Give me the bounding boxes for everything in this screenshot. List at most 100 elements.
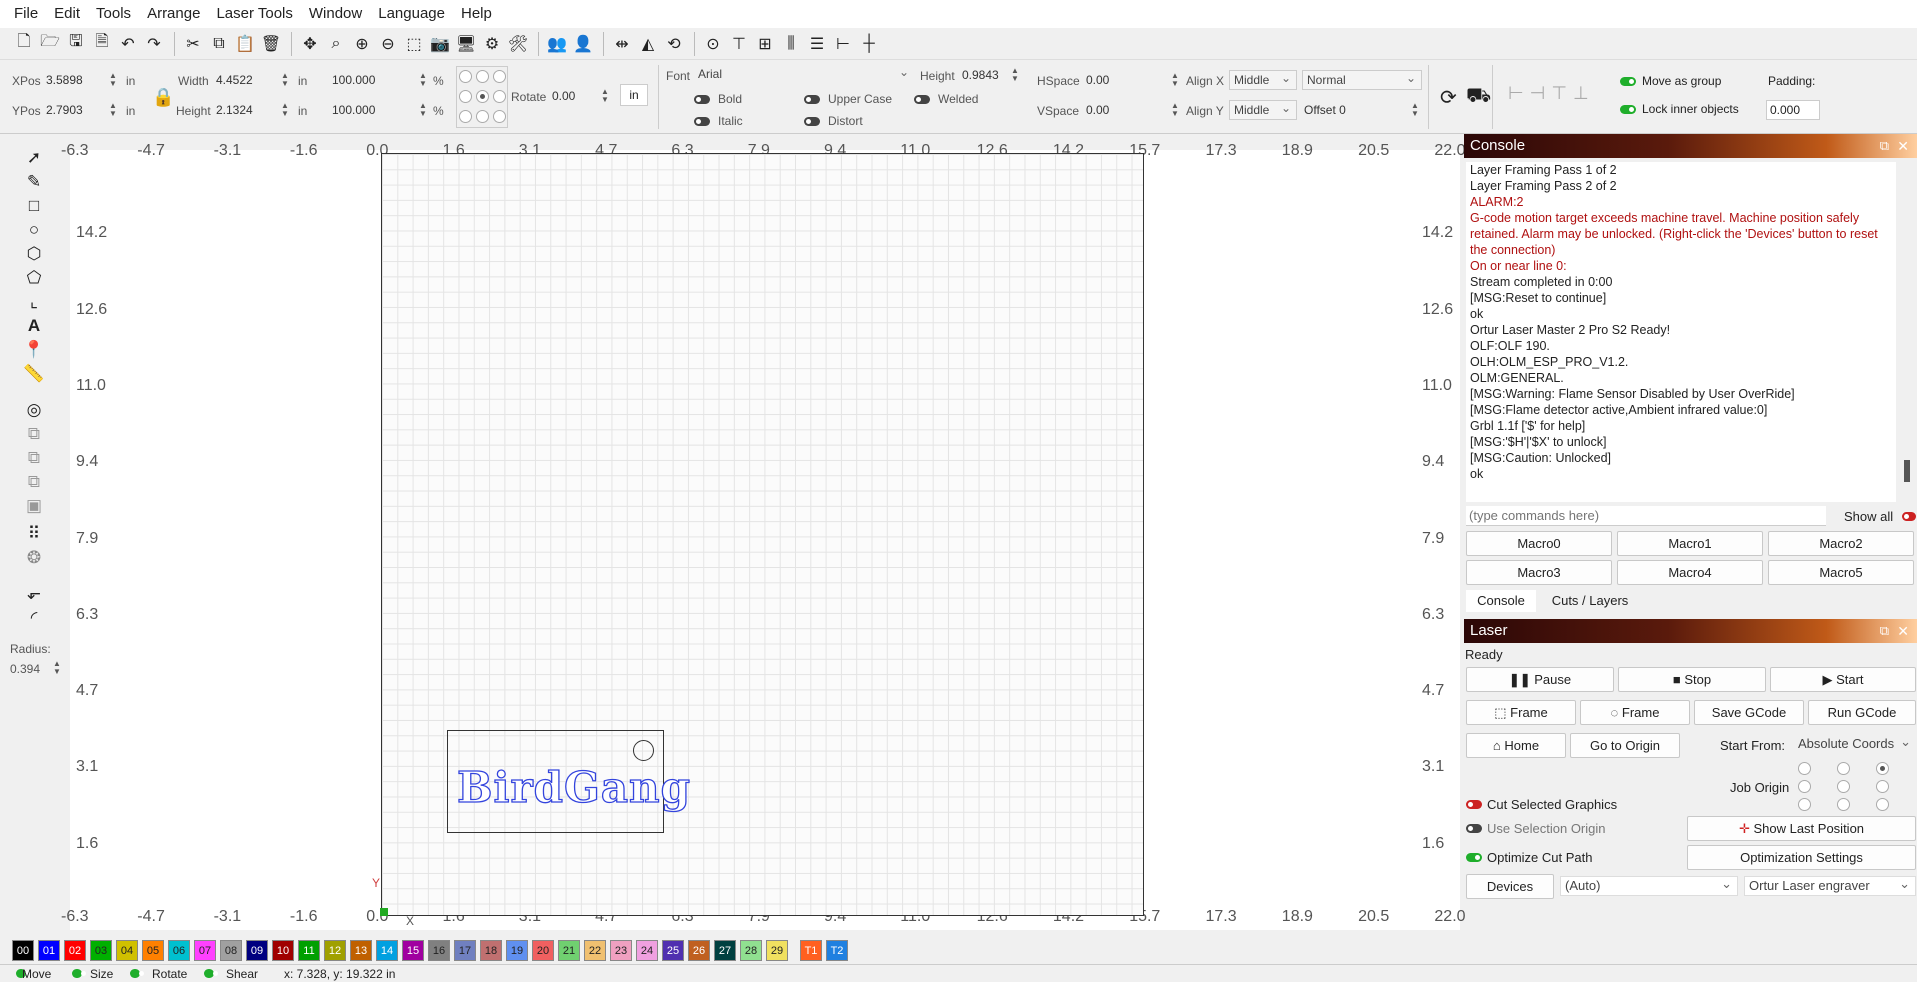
layer-swatch-13[interactable]: 13 [350,940,372,961]
font-select[interactable]: Arial [694,63,914,85]
pan-icon[interactable]: ✥ [298,32,322,56]
macro0-button[interactable]: Macro0 [1466,531,1612,556]
stop-button[interactable]: ■ Stop [1618,667,1766,692]
camera-settings-icon[interactable]: ⛟ [1466,85,1491,110]
offset-spinner[interactable]: ▲ ▼ [1410,102,1420,118]
ellipse-icon[interactable]: ○ [22,220,46,240]
lock-ratio-icon[interactable]: 🔒 [152,87,174,108]
show-all-toggle[interactable] [1902,512,1916,521]
xpos-spinner[interactable]: ▲ ▼ [108,72,118,88]
layer-swatch-23[interactable]: 23 [610,940,632,961]
design-text[interactable]: BirdGang [456,762,691,812]
vspace-spinner[interactable]: ▲ ▼ [1170,102,1180,118]
position-pin-icon[interactable]: 📍 [22,340,46,360]
layer-swatch-20[interactable]: 20 [532,940,554,961]
menu-edit[interactable]: Edit [46,0,88,28]
offset-icon[interactable]: ◎ [22,400,46,420]
layer-swatch-08[interactable]: 08 [220,940,242,961]
job-origin-radio[interactable] [1798,762,1811,775]
welded-toggle[interactable] [914,95,930,104]
boolean-subtract-icon[interactable]: ⧉ [22,448,46,468]
font-height-input[interactable]: 0.9843 [962,65,999,85]
frame-round-button[interactable]: ◌ Frame [1580,700,1690,725]
layer-swatch-03[interactable]: 03 [90,940,112,961]
menu-arrange[interactable]: Arrange [139,0,208,28]
design-hole-circle[interactable] [633,740,654,761]
lock-inner-toggle[interactable] [1620,105,1636,114]
rectangle-icon[interactable]: □ [22,196,46,216]
rotate-input[interactable]: 0.00 [552,86,575,106]
group-icon[interactable]: 👥 [545,32,569,56]
layer-swatch-09[interactable]: 09 [246,940,268,961]
layer-swatch-22[interactable]: 22 [584,940,606,961]
layer-swatch-00[interactable]: 00 [12,940,34,961]
start-from-select[interactable]: Absolute Coords [1794,733,1916,755]
layer-swatch-07[interactable]: 07 [194,940,216,961]
menu-tools[interactable]: Tools [88,0,139,28]
layer-swatch-25[interactable]: 25 [662,940,684,961]
radius-input[interactable]: 0.394 [10,662,40,676]
anchor-radio[interactable] [476,70,489,83]
cut-selected-toggle[interactable] [1466,800,1482,809]
job-origin-radio[interactable] [1798,780,1811,793]
monitor-icon[interactable]: 🖥 [454,32,478,56]
anchor-radio[interactable] [459,90,472,103]
width-spinner[interactable]: ▲ ▼ [280,72,290,88]
anchor-radio[interactable] [459,70,472,83]
padding-input[interactable]: 0.000 [1766,100,1820,120]
console-scrollbar[interactable] [1904,460,1910,482]
scale-width-spinner[interactable]: ▲ ▼ [418,72,428,88]
distribute-h-icon[interactable]: ⫼ [779,32,803,56]
corner-radius-icon[interactable]: ◜ [22,608,46,628]
anchor-radio[interactable] [459,110,472,123]
width-input[interactable]: 4.4522 [216,70,253,90]
font-height-spinner[interactable]: ▲ ▼ [1010,67,1020,83]
macro1-button[interactable]: Macro1 [1617,531,1763,556]
italic-toggle[interactable] [694,117,710,126]
layer-swatch-05[interactable]: 05 [142,940,164,961]
zoom-out-icon[interactable]: ⊖ [376,32,400,56]
tab-console[interactable]: Console [1466,590,1536,612]
align-grid-icon[interactable]: ┼ [857,32,881,56]
macro3-button[interactable]: Macro3 [1466,560,1612,585]
boolean-intersect-icon[interactable]: ⧉ [22,472,46,492]
mirror-icon[interactable]: ◭ [636,32,660,56]
distribute-v-icon[interactable]: ☰ [805,32,829,56]
macro4-button[interactable]: Macro4 [1617,560,1763,585]
job-origin-radio[interactable] [1876,798,1889,811]
use-selection-origin-toggle[interactable] [1466,824,1482,833]
layer-swatch-06[interactable]: 06 [168,940,190,961]
layer-swatch-17[interactable]: 17 [454,940,476,961]
layer-swatch-15[interactable]: 15 [402,940,424,961]
show-last-position-button[interactable]: ✛ Show Last Position [1687,816,1916,841]
save-icon[interactable]: 🖫 [64,32,88,56]
text-tool-icon[interactable]: A [22,316,46,336]
save-gcode-button[interactable]: Save GCode [1694,700,1804,725]
move-as-group-toggle[interactable] [1620,77,1636,86]
new-file-icon[interactable]: 🗋 [12,32,36,56]
flip-horizontal-icon[interactable]: ⇹ [610,32,634,56]
layer-swatch-10[interactable]: 10 [272,940,294,961]
grid-array-icon[interactable]: ⠿ [22,524,46,544]
open-folder-icon[interactable]: 🗁 [38,32,62,56]
layer-swatch-18[interactable]: 18 [480,940,502,961]
layer-swatch-11[interactable]: 11 [298,940,320,961]
layer-swatch-16[interactable]: 16 [428,940,450,961]
corner-icon[interactable]: ⌞ [22,292,46,312]
polygon-icon[interactable]: ⬡ [22,244,46,264]
text-mode-select[interactable]: Normal [1302,69,1422,90]
anchor-radio[interactable] [476,110,489,123]
job-origin-radio[interactable] [1876,780,1889,793]
apply-path-icon[interactable]: ⟳ [1440,85,1457,110]
layer-swatch-T2[interactable]: T2 [826,940,848,961]
job-origin-radio[interactable] [1837,762,1850,775]
job-origin-radio[interactable] [1837,798,1850,811]
hspace-spinner[interactable]: ▲ ▼ [1170,72,1180,88]
menu-help[interactable]: Help [453,0,500,28]
layer-swatch-26[interactable]: 26 [688,940,710,961]
xpos-input[interactable]: 3.5898 [46,70,83,90]
anchor-radio[interactable] [493,70,506,83]
offset-input[interactable]: Offset 0 [1304,100,1346,120]
layer-swatch-14[interactable]: 14 [376,940,398,961]
menu-laser-tools[interactable]: Laser Tools [208,0,300,28]
